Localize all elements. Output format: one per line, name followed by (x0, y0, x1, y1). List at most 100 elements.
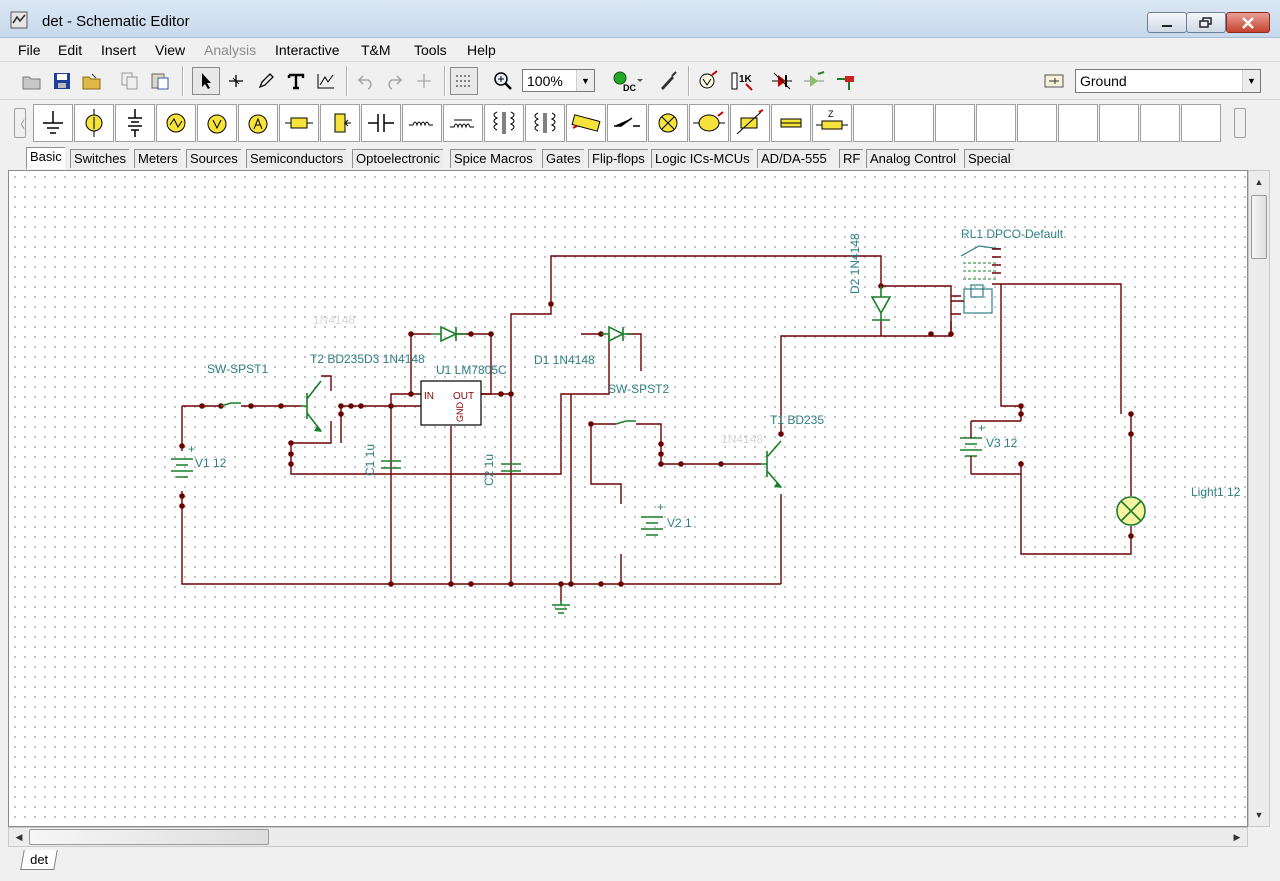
zoom-button[interactable] (489, 67, 517, 95)
horizontal-scrollbar[interactable]: ◀ ▶ (8, 827, 1248, 847)
graph-tool-button[interactable] (312, 67, 340, 95)
inductor-component[interactable] (402, 104, 442, 142)
undo-button[interactable] (352, 67, 380, 95)
menu-tools[interactable]: Tools (414, 42, 447, 58)
switch-component[interactable] (607, 104, 647, 142)
redo-button[interactable] (380, 67, 408, 95)
tab-switches[interactable]: Switches (70, 149, 130, 168)
resistor-component[interactable] (279, 104, 319, 142)
relay-rl1[interactable]: RL1 DPCO-Default (951, 227, 1064, 314)
capacitor-c1[interactable]: C1 1u (363, 444, 401, 476)
save-button[interactable] (48, 67, 76, 95)
transformer-component[interactable] (484, 104, 524, 142)
ground-component[interactable] (33, 104, 73, 142)
junction-button[interactable] (410, 67, 438, 95)
probe-button[interactable] (654, 67, 682, 95)
ground-tool-button[interactable] (1040, 67, 1068, 95)
tab-flip-flops[interactable]: Flip-flops (588, 149, 648, 168)
tab-basic[interactable]: Basic (26, 147, 65, 169)
battery-v3[interactable]: + V3 12 (960, 420, 1021, 474)
varistor-component[interactable] (730, 104, 770, 142)
battery-v2[interactable]: + V2 1 (641, 500, 692, 536)
fuse-component[interactable] (771, 104, 811, 142)
test-point-button[interactable] (832, 67, 860, 95)
resistor-value-button[interactable]: 1K (728, 67, 756, 95)
voltage-source-component[interactable] (74, 104, 114, 142)
transistor-t2[interactable]: T2 BD235 (301, 352, 364, 432)
sheet-tab-det[interactable]: det (20, 850, 58, 870)
ac-source-component[interactable] (156, 104, 196, 142)
potentiometer-component[interactable] (320, 104, 360, 142)
capacitor-c2[interactable]: C2 1u (482, 454, 521, 486)
copy-button[interactable] (116, 67, 144, 95)
menu-insert[interactable]: Insert (101, 42, 136, 58)
text-tool-button[interactable] (282, 67, 310, 95)
open-project-button[interactable] (78, 67, 106, 95)
scroll-right-icon[interactable] (1234, 108, 1246, 138)
tab-special[interactable]: Special (964, 149, 1014, 168)
scroll-left-icon[interactable]: ◀ (10, 828, 28, 846)
capacitor-component[interactable] (361, 104, 401, 142)
menu-analysis[interactable]: Analysis (204, 42, 256, 58)
net-select[interactable]: Ground ▼ (1075, 69, 1261, 93)
lamp-component[interactable] (648, 104, 688, 142)
impedance-component[interactable]: Z (812, 104, 852, 142)
pen-tool-button[interactable] (252, 67, 280, 95)
battery-component[interactable] (115, 104, 155, 142)
switch-sw1[interactable]: SW-SPST1 (207, 362, 268, 407)
menu-edit[interactable]: Edit (58, 42, 82, 58)
close-button[interactable] (1226, 12, 1270, 33)
tab-meters[interactable]: Meters (134, 149, 181, 168)
open-button[interactable] (18, 67, 46, 95)
zoom-select[interactable]: 100% ▼ (522, 69, 595, 92)
schematic-canvas[interactable]: .w { stroke: #6b0000; stroke-width: 1.4;… (8, 170, 1248, 827)
menu-tm[interactable]: T&M (361, 42, 391, 58)
wire-tool-button[interactable] (222, 67, 250, 95)
minimize-button[interactable] (1147, 12, 1187, 33)
tab-ad-da-555[interactable]: AD/DA-555 (757, 149, 830, 168)
fault-disabled-button[interactable] (800, 67, 828, 95)
voltmeter-component[interactable] (197, 104, 237, 142)
tab-semiconductors[interactable]: Semiconductors (246, 149, 347, 168)
paste-button[interactable] (146, 67, 174, 95)
ground-symbol[interactable] (552, 601, 570, 614)
vertical-scroll-thumb[interactable] (1251, 195, 1267, 259)
tab-optoelectronic[interactable]: Optoelectronic (352, 149, 443, 168)
tab-logic-ics[interactable]: Logic ICs-MCUs (651, 149, 753, 168)
battery-v1[interactable]: + V1 12 (171, 442, 227, 478)
tab-analog-control[interactable]: Analog Control (866, 149, 959, 168)
menu-interactive[interactable]: Interactive (275, 42, 340, 58)
diode-d1[interactable]: D1 1N4148 (534, 325, 631, 367)
tab-rf[interactable]: RF (839, 149, 864, 168)
schematic-drawing[interactable]: .w { stroke: #6b0000; stroke-width: 1.4;… (9, 171, 1248, 827)
relay-component[interactable] (566, 104, 606, 142)
tab-spice-macros[interactable]: Spice Macros (450, 149, 536, 168)
transformer2-component[interactable] (525, 104, 565, 142)
scroll-down-icon[interactable]: ▼ (1250, 806, 1268, 824)
switch-sw2[interactable]: SW-SPST2 (608, 382, 669, 425)
ammeter-icon (248, 114, 268, 134)
tab-sources[interactable]: Sources (186, 149, 241, 168)
tab-gates[interactable]: Gates (542, 149, 584, 168)
menu-help[interactable]: Help (467, 42, 496, 58)
vertical-scrollbar[interactable]: ▲ ▼ (1248, 170, 1270, 827)
horizontal-scroll-thumb[interactable] (29, 829, 269, 845)
voltmeter-button[interactable] (694, 67, 722, 95)
grid-toggle-button[interactable] (450, 67, 478, 95)
inductor-core-component[interactable] (443, 104, 483, 142)
motor-component[interactable] (689, 104, 729, 142)
restore-button[interactable] (1186, 12, 1226, 33)
select-tool-button[interactable] (192, 67, 220, 95)
menu-file[interactable]: File (18, 42, 41, 58)
scroll-left-icon[interactable]: 〈 (14, 108, 26, 138)
lamp-light1[interactable]: Light1 12 (1116, 485, 1241, 526)
fault-button[interactable] (768, 67, 796, 95)
diode-d2[interactable]: D2 1N4148 (848, 233, 892, 321)
menu-view[interactable]: View (155, 42, 185, 58)
scroll-right-icon[interactable]: ▶ (1228, 828, 1246, 846)
ammeter-component[interactable] (238, 104, 278, 142)
transistor-t1[interactable]: T1 BD235 (761, 413, 824, 488)
scroll-up-icon[interactable]: ▲ (1250, 173, 1268, 191)
dc-analysis-button[interactable]: DC (606, 67, 646, 95)
diode-d3[interactable]: D3 1N4148 (364, 325, 466, 366)
